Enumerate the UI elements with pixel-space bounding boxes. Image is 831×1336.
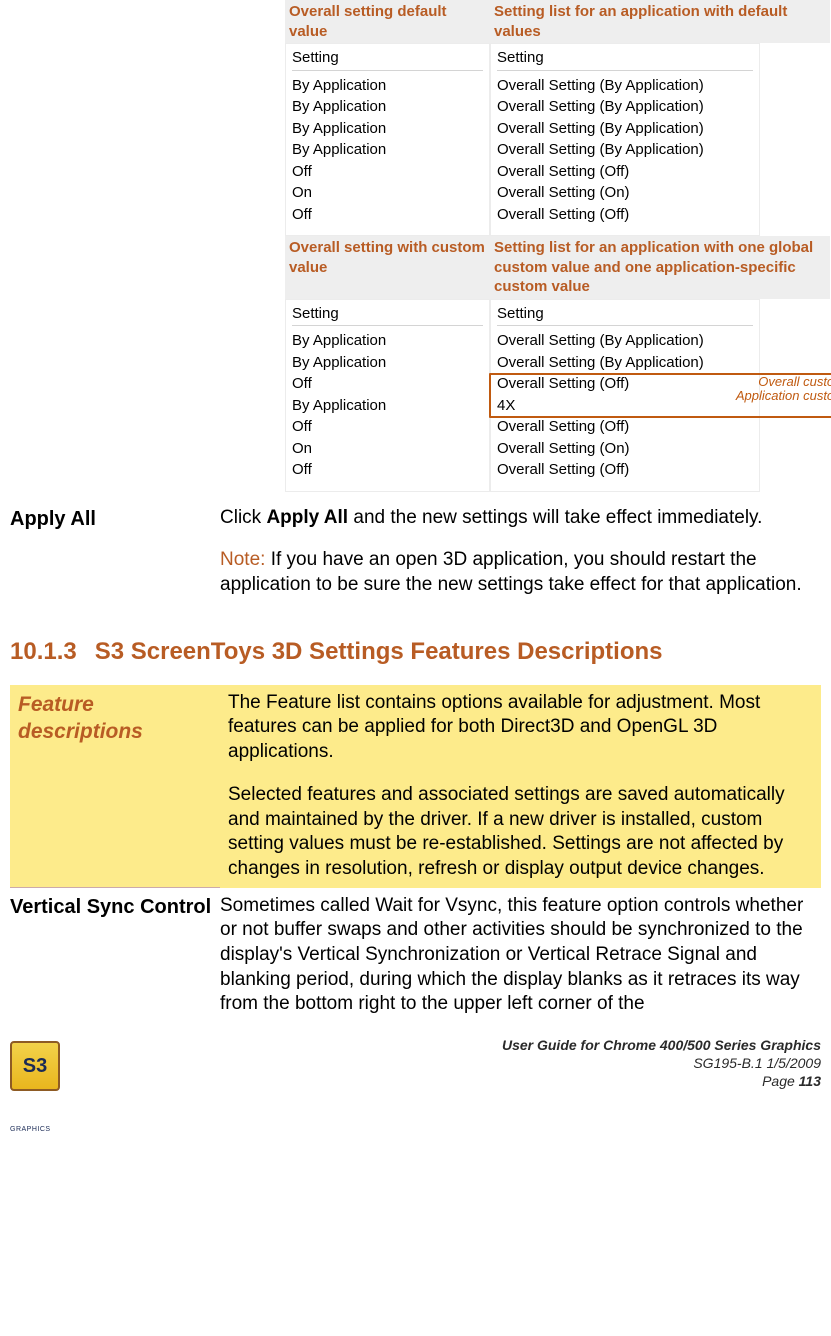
setting-item: Overall Setting (By Application) — [497, 139, 753, 161]
comparison-block-1: Overall setting default value Setting li… — [285, 0, 821, 492]
setting-item: Overall Setting (Off) — [497, 161, 753, 183]
setting-item: Overall Setting (Off) — [497, 416, 753, 438]
compare-header-right-1: Setting list for an application with def… — [490, 0, 830, 43]
panel-title: Setting — [497, 304, 753, 327]
note-word: Note: — [220, 549, 265, 570]
section-number: 10.1.3 — [10, 636, 77, 667]
footer-page-num: 113 — [799, 1073, 821, 1089]
panel-title: Setting — [292, 48, 483, 71]
apply-all-row: Apply All Click Apply All and the new se… — [10, 506, 821, 598]
vsync-body: Sometimes called Wait for Vsync, this fe… — [220, 894, 821, 1017]
setting-item: Overall Setting (On) — [497, 438, 753, 460]
vsync-row: Vertical Sync Control Sometimes called W… — [10, 894, 821, 1017]
setting-item: Off — [292, 459, 483, 481]
setting-item: On — [292, 182, 483, 204]
annotation-app: Application custom — [491, 389, 831, 404]
annotation-box: Overall custom Application custom — [489, 373, 831, 418]
page-footer: S3 GRAPHICS User Guide for Chrome 400/50… — [10, 1035, 821, 1091]
apply-body-post: and the new settings will take effect im… — [348, 507, 762, 528]
feature-p1: The Feature list contains options availa… — [228, 691, 813, 765]
section-title: S3 ScreenToys 3D Settings Features Descr… — [95, 636, 663, 667]
panel1-left: Setting By ApplicationBy ApplicationBy A… — [285, 43, 490, 236]
s3-logo-text: S3 — [23, 1053, 47, 1079]
setting-item: Overall Setting (By Application) — [497, 352, 753, 374]
panel-title: Setting — [497, 48, 753, 71]
compare-header-left-2: Overall setting with custom value — [285, 236, 490, 299]
setting-item: By Application — [292, 395, 483, 417]
feature-descriptions-row: Feature descriptions The Feature list co… — [10, 685, 821, 888]
apply-body-bold: Apply All — [266, 507, 348, 528]
setting-item: Overall Setting (On) — [497, 182, 753, 204]
setting-item: By Application — [292, 118, 483, 140]
footer-page: Page 113 — [502, 1072, 821, 1090]
compare-header-left-1: Overall setting default value — [285, 0, 490, 43]
apply-all-label: Apply All — [10, 508, 96, 530]
setting-item: On — [292, 438, 483, 460]
panel-title: Setting — [292, 304, 483, 327]
annotation-overall: Overall custom — [491, 375, 831, 390]
setting-item: Overall Setting (By Application) — [497, 118, 753, 140]
panel2-right: Setting Overall Setting (By Application)… — [490, 299, 760, 492]
s3-logo-sub: GRAPHICS — [10, 1125, 51, 1134]
footer-title: User Guide for Chrome 400/500 Series Gra… — [502, 1036, 821, 1054]
setting-item: Overall Setting (Off) — [497, 459, 753, 481]
section-heading: 10.1.3 S3 ScreenToys 3D Settings Feature… — [10, 636, 821, 667]
setting-item: Off — [292, 161, 483, 183]
feature-p2: Selected features and associated setting… — [228, 783, 813, 882]
setting-item: Off — [292, 373, 483, 395]
setting-item: Off — [292, 204, 483, 226]
setting-item: By Application — [292, 75, 483, 97]
setting-item: Overall Setting (By Application) — [497, 75, 753, 97]
setting-item: By Application — [292, 139, 483, 161]
setting-item: By Application — [292, 330, 483, 352]
feature-descriptions-label: Feature descriptions — [10, 685, 220, 888]
setting-item: Overall Setting (By Application) — [497, 330, 753, 352]
vsync-label: Vertical Sync Control — [10, 894, 220, 1017]
footer-meta: SG195-B.1 1/5/2009 — [502, 1054, 821, 1072]
note-rest: If you have an open 3D application, you … — [220, 549, 802, 595]
setting-item: Off — [292, 416, 483, 438]
setting-item: By Application — [292, 352, 483, 374]
feature-descriptions-body: The Feature list contains options availa… — [220, 685, 821, 888]
footer-page-label: Page — [762, 1073, 799, 1089]
setting-item: Overall Setting (Off) — [497, 204, 753, 226]
apply-body-pre: Click — [220, 507, 266, 528]
panel2-left: Setting By ApplicationBy ApplicationOffB… — [285, 299, 490, 492]
setting-item: Overall Setting (By Application) — [497, 96, 753, 118]
s3-logo: S3 — [10, 1041, 60, 1091]
setting-item: By Application — [292, 96, 483, 118]
apply-all-body: Click Apply All and the new settings wil… — [220, 506, 821, 598]
compare-header-right-2: Setting list for an application with one… — [490, 236, 830, 299]
panel1-right: Setting Overall Setting (By Application)… — [490, 43, 760, 236]
